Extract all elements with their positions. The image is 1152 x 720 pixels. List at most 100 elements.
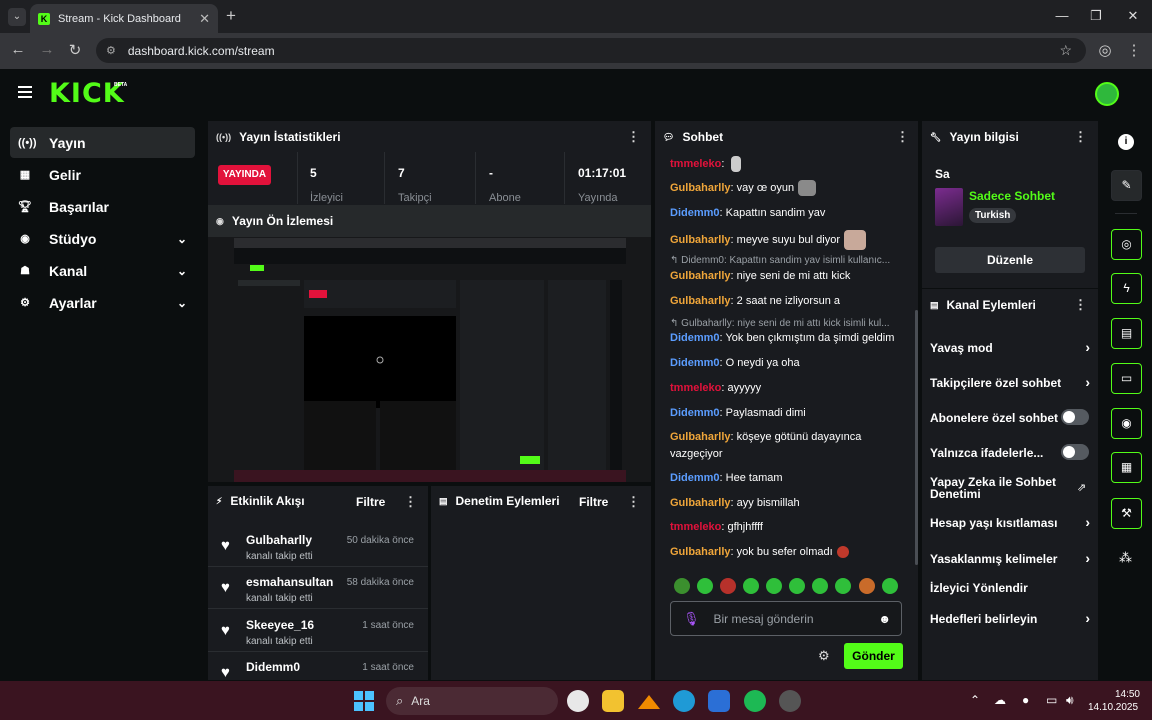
event-user[interactable]: esmahansultan: [246, 575, 333, 589]
chat-username[interactable]: Didemm0: [670, 407, 720, 419]
chat-username[interactable]: Gulbaharlly: [670, 295, 731, 307]
chat-username[interactable]: tmmeleko: [670, 382, 721, 394]
obs-icon[interactable]: [779, 690, 801, 712]
microphone-icon[interactable]: 🎙︎: [683, 611, 700, 627]
emote-icon[interactable]: [882, 578, 898, 594]
event-user[interactable]: Skeeyee_16: [246, 618, 314, 632]
wrench-icon[interactable]: ⚒: [1111, 498, 1142, 529]
chat-scrollbar[interactable]: [915, 310, 918, 565]
emote-icon[interactable]: [720, 578, 736, 594]
document-icon[interactable]: ▤: [1111, 318, 1142, 349]
chat-username[interactable]: tmmeleko: [670, 521, 721, 533]
minimize-icon[interactable]: —: [1052, 8, 1072, 23]
camera-icon[interactable]: ◎: [1111, 229, 1142, 260]
restore-icon[interactable]: ❐: [1086, 8, 1106, 24]
store-icon[interactable]: [708, 690, 730, 712]
new-tab-button[interactable]: +: [226, 6, 236, 26]
spotify-icon[interactable]: [744, 690, 766, 712]
send-button[interactable]: Gönder: [844, 643, 903, 669]
events-filter-button[interactable]: Filtre: [356, 495, 385, 509]
subscribers-only-toggle[interactable]: [1061, 409, 1089, 425]
tray-chevron-up-icon[interactable]: ⌃: [970, 693, 980, 707]
emotes-only-toggle[interactable]: [1061, 444, 1089, 460]
network-icon[interactable]: ▭: [1046, 693, 1057, 707]
events-menu-icon[interactable]: ⋮: [404, 494, 417, 510]
chat-username[interactable]: tmmeleko: [670, 158, 721, 170]
volume-icon[interactable]: 🔊︎: [1066, 693, 1074, 708]
chat-menu-icon[interactable]: ⋮: [896, 129, 909, 145]
broadcast-icon[interactable]: ◉: [1111, 408, 1142, 439]
emote-icon[interactable]: [789, 578, 805, 594]
clock-date[interactable]: 14.10.2025: [1088, 702, 1138, 713]
edit-pencil-icon[interactable]: ✎: [1111, 170, 1142, 201]
chat-username[interactable]: Gulbaharlly: [670, 546, 731, 558]
mic-tray-icon[interactable]: ●: [1022, 693, 1029, 707]
reply-context[interactable]: ↰ Gulbaharlly: niye seni de mi attı kick…: [670, 318, 910, 329]
chat-username[interactable]: Gulbaharlly: [670, 497, 731, 509]
chat-username[interactable]: Didemm0: [670, 357, 720, 369]
emote-icon[interactable]: [835, 578, 851, 594]
action-raid[interactable]: İzleyici Yönlendir: [930, 581, 1090, 595]
chat-bubble-icon[interactable]: ▭: [1111, 363, 1142, 394]
sidebar-item-gelir[interactable]: ▦ Gelir: [10, 159, 195, 190]
action-set-goals[interactable]: Hedefleri belirleyin ›: [930, 610, 1090, 626]
moderation-menu-icon[interactable]: ⋮: [627, 494, 640, 510]
action-account-age[interactable]: Hesap yaşı kısıtlaması ›: [930, 514, 1090, 530]
close-tab-icon[interactable]: ✕: [199, 11, 210, 27]
emoji-picker-icon[interactable]: ☻: [878, 612, 891, 626]
vlc-icon[interactable]: [638, 695, 660, 709]
chat-settings-gear-icon[interactable]: ⚙: [818, 648, 830, 664]
reload-icon[interactable]: ↻: [65, 41, 85, 59]
lightning-icon[interactable]: ϟ: [1111, 273, 1142, 304]
browser-menu-icon[interactable]: ⋮: [1124, 41, 1144, 59]
chat-username[interactable]: Gulbaharlly: [670, 431, 731, 443]
browser-tab[interactable]: K Stream - Kick Dashboard ✕: [30, 4, 218, 33]
connections-icon[interactable]: ⁂: [1119, 550, 1132, 566]
back-icon[interactable]: ←: [8, 41, 28, 58]
onedrive-icon[interactable]: ☁: [994, 693, 1006, 707]
profile-icon[interactable]: ◎: [1095, 41, 1115, 59]
bookmark-star-icon[interactable]: ☆: [1059, 42, 1072, 59]
preview-header[interactable]: ◉ Yayın Ön İzlemesi: [208, 205, 651, 237]
chat-input[interactable]: 🎙︎ Bir mesaj gönderin ☻: [670, 601, 902, 636]
emote-icon[interactable]: [859, 578, 875, 594]
tab-search-icon[interactable]: ⌄: [8, 8, 26, 26]
sidebar-item-ayarlar[interactable]: ⚙ Ayarlar ⌄: [10, 287, 195, 318]
category-link[interactable]: Sadece Sohbet: [969, 189, 1055, 203]
chat-username[interactable]: Gulbaharlly: [670, 270, 731, 282]
file-explorer-icon[interactable]: [602, 690, 624, 712]
chat-username[interactable]: Didemm0: [670, 472, 720, 484]
layout-icon[interactable]: ▦: [1111, 452, 1142, 483]
windows-start-icon[interactable]: [354, 691, 374, 711]
clock-time[interactable]: 14:50: [1110, 688, 1140, 702]
sidebar-item-basarilar[interactable]: 🏆︎ Başarılar: [10, 191, 195, 222]
edge-icon[interactable]: [673, 690, 695, 712]
stream-info-menu-icon[interactable]: ⋮: [1074, 129, 1087, 145]
chrome-taskbar-icon[interactable]: [567, 690, 589, 712]
stats-menu-icon[interactable]: ⋮: [627, 129, 640, 145]
close-window-icon[interactable]: ✕: [1123, 8, 1143, 24]
emote-icon[interactable]: [743, 578, 759, 594]
address-bar[interactable]: ⚙ dashboard.kick.com/stream ☆: [96, 38, 1086, 63]
forward-icon[interactable]: →: [37, 41, 57, 58]
external-link-icon[interactable]: ⇗: [1077, 481, 1086, 494]
chat-username[interactable]: Gulbaharlly: [670, 182, 731, 194]
moderation-filter-button[interactable]: Filtre: [579, 495, 608, 509]
stream-preview-video[interactable]: [234, 238, 626, 482]
action-followers-only[interactable]: Takipçilere özel sohbet ›: [930, 374, 1090, 390]
sidebar-item-yayin[interactable]: ((•)) Yayın: [10, 127, 195, 158]
chat-username[interactable]: Gulbaharlly: [670, 234, 731, 246]
info-icon[interactable]: i: [1118, 134, 1134, 150]
chat-username[interactable]: Didemm0: [670, 207, 720, 219]
user-avatar[interactable]: [1095, 82, 1119, 106]
event-user[interactable]: Gulbaharlly: [246, 533, 312, 547]
action-ai-moderation[interactable]: Yapay Zeka ile Sohbet Denetimi: [930, 476, 1070, 500]
sidebar-item-kanal[interactable]: ☗ Kanal ⌄: [10, 255, 195, 286]
emote-icon[interactable]: [697, 578, 713, 594]
emote-icon[interactable]: [674, 578, 690, 594]
action-banned-words[interactable]: Yasaklanmış kelimeler ›: [930, 550, 1090, 566]
reply-context[interactable]: ↰ Didemm0: Kapattın sandim yav isimli ku…: [670, 255, 910, 266]
action-slow-mode[interactable]: Yavaş mod ›: [930, 339, 1090, 355]
taskbar-search[interactable]: ⌕ Ara: [386, 687, 558, 715]
sidebar-item-studyo[interactable]: ◉ Stüdyo ⌄: [10, 223, 195, 254]
